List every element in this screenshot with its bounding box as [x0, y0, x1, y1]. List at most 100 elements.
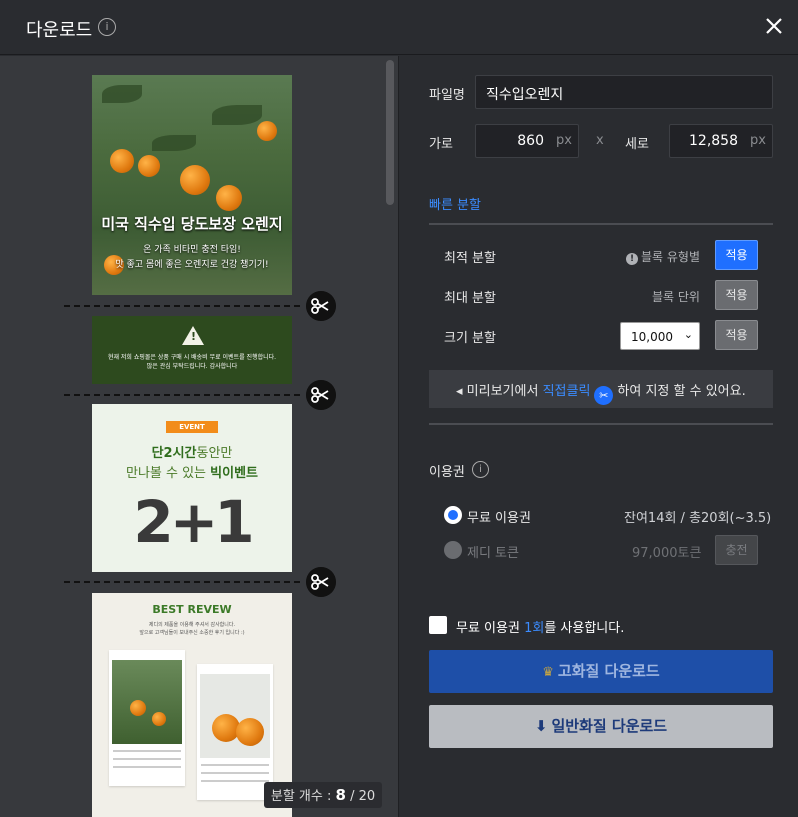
review-text-line	[201, 764, 269, 766]
license-title: 이용권	[429, 465, 465, 480]
height-field[interactable]: 12,858 px	[669, 124, 773, 158]
preview-image-notice[interactable]: ! 현재 저희 쇼핑몰은 상품 구매 시 배송비 무료 이벤트를 진행합니다. …	[92, 316, 292, 384]
token-radio[interactable]	[444, 541, 462, 559]
event-line2: 만나볼 수 있는 빅이벤트	[92, 462, 292, 481]
split-count-badge: 분할 개수 : 8 / 20	[264, 782, 382, 808]
scissors-icon: ✂	[594, 386, 614, 405]
checkbox-count: 1회	[524, 621, 545, 636]
filename-value: 직수입오렌지	[486, 87, 564, 103]
size-split-apply-button[interactable]: 적용	[715, 320, 758, 350]
filename-field[interactable]: 직수입오렌지	[475, 75, 773, 109]
token-status: 97,000토큰	[632, 546, 702, 561]
max-split-note: 블록 단위	[652, 290, 700, 304]
banner-subtitle: 온 가족 비타민 충전 타임! 맛 좋고 몸에 좋은 오렌지로 건강 챙기기!	[92, 243, 292, 273]
dialog-header: 다운로드 i	[0, 0, 798, 55]
banner-subtitle-line: 온 가족 비타민 충전 타임!	[143, 245, 241, 255]
orange-shape	[216, 185, 242, 211]
normal-download-button[interactable]: ⬇ 일반화질 다운로드	[429, 705, 773, 748]
optimal-split-label: 최적 분할	[444, 251, 496, 266]
close-icon[interactable]	[762, 14, 786, 38]
split-line[interactable]	[64, 394, 300, 396]
section-divider	[429, 423, 773, 425]
hint-prefix: ◂ 미리보기에서	[456, 384, 543, 399]
height-label: 세로	[625, 137, 649, 152]
split-line[interactable]	[64, 305, 300, 307]
split-line[interactable]	[64, 581, 300, 583]
orange-shape	[130, 700, 146, 716]
preview-scrollbar[interactable]	[386, 60, 394, 205]
scissors-icon[interactable]	[306, 291, 336, 321]
info-icon[interactable]: i	[472, 461, 489, 478]
crown-icon: ♛	[542, 665, 554, 680]
use-free-license-checkbox[interactable]	[429, 616, 447, 634]
event-line2-bold: 빅이벤트	[210, 466, 258, 481]
height-unit: px	[750, 133, 766, 148]
review-subtitle: 제디의 제품을 이용해 주셔서 감사합니다. 앞으로 고객님들이 보내주신 소중…	[92, 621, 292, 637]
orange-shape	[110, 149, 134, 173]
width-field[interactable]: 860 px	[475, 124, 579, 158]
review-subtitle-line: 앞으로 고객님들이 보내주신 소중한 후기 입니다 :)	[139, 630, 245, 636]
filename-label: 파일명	[429, 88, 465, 103]
width-value: 860	[517, 133, 544, 149]
size-split-label: 크기 분할	[444, 331, 496, 346]
chevron-down-icon: ⌄	[683, 328, 693, 341]
alert-icon: !	[626, 253, 638, 265]
checkbox-prefix: 무료 이용권	[456, 621, 525, 636]
optimal-split-note-text: 블록 유형별	[641, 250, 701, 264]
notice-text: 현재 저희 쇼핑몰은 상품 구매 시 배송비 무료 이벤트를 진행합니다. 많은…	[92, 353, 292, 371]
warning-icon: !	[182, 326, 204, 345]
width-unit: px	[556, 133, 572, 148]
pane-divider	[398, 56, 399, 817]
scissors-icon[interactable]	[306, 567, 336, 597]
dialog-title: 다운로드	[26, 20, 93, 41]
orange-shape	[257, 121, 277, 141]
optimal-split-note: ! 블록 유형별	[626, 248, 700, 265]
split-count-label: 분할 개수 :	[270, 789, 336, 804]
click-hint-banner: ◂ 미리보기에서 직접클릭 ✂ 하여 지정 할 수 있어요.	[429, 370, 773, 408]
preview-image-reviews[interactable]: BEST REVEW 제디의 제품을 이용해 주셔서 감사합니다. 앞으로 고객…	[92, 593, 292, 817]
preview-image-event[interactable]: EVENT 단2시간동안만 만나볼 수 있는 빅이벤트 2+1	[92, 404, 292, 572]
split-count-current: 8	[335, 786, 346, 804]
use-free-license-label: 무료 이용권 1회를 사용합니다.	[456, 617, 624, 636]
orange-shape	[236, 718, 264, 746]
download-icon: ⬇	[534, 717, 548, 735]
dimension-separator: x	[596, 133, 604, 148]
review-subtitle-line: 제디의 제품을 이용해 주셔서 감사합니다.	[148, 622, 236, 628]
token-label: 제디 토큰	[467, 546, 519, 561]
free-license-label: 무료 이용권	[467, 511, 531, 526]
leaf-shape	[152, 135, 196, 151]
review-text-line	[201, 772, 269, 774]
free-license-radio[interactable]	[444, 506, 462, 524]
review-card	[109, 650, 185, 786]
banner-subtitle-line: 맛 좋고 몸에 좋은 오렌지로 건강 챙기기!	[115, 260, 269, 270]
max-split-apply-button[interactable]: 적용	[715, 280, 758, 310]
preview-image-orange-banner[interactable]: 미국 직수입 당도보장 오렌지 온 가족 비타민 충전 타임! 맛 좋고 몸에 …	[92, 75, 292, 295]
hint-suffix: 하여 지정 할 수 있어요.	[617, 384, 746, 399]
review-text-line	[113, 766, 181, 768]
event-badge: EVENT	[166, 421, 218, 433]
event-line1-rest: 동안만	[196, 446, 233, 461]
hint-highlight: 직접클릭	[542, 384, 591, 399]
review-card	[197, 664, 273, 800]
free-license-status: 잔여14회 / 총20회(~3.5)	[624, 511, 772, 526]
review-text-line	[113, 758, 181, 760]
optimal-split-apply-button[interactable]: 적용	[715, 240, 758, 270]
checkbox-suffix: 를 사용합니다.	[544, 621, 625, 636]
info-icon[interactable]: i	[98, 18, 116, 36]
height-value: 12,858	[689, 133, 738, 149]
review-text-line	[201, 780, 269, 782]
banner-title: 미국 직수입 당도보장 오렌지	[101, 215, 283, 233]
scissors-icon[interactable]	[306, 380, 336, 410]
size-split-select[interactable]: 10,000 ⌄	[620, 322, 700, 350]
section-divider	[429, 223, 773, 225]
event-line1-bold: 단2시간	[151, 446, 197, 461]
width-label: 가로	[429, 137, 453, 152]
leaf-shape	[212, 105, 262, 125]
hq-download-label: 고화질 다운로드	[557, 662, 660, 680]
event-line1: 단2시간동안만	[92, 442, 292, 461]
token-charge-button[interactable]: 충전	[715, 535, 758, 565]
notice-line: 현재 저희 쇼핑몰은 상품 구매 시 배송비 무료 이벤트를 진행합니다.	[107, 354, 277, 361]
review-text-line	[113, 750, 181, 752]
review-photo	[200, 674, 270, 758]
hq-download-button[interactable]: ♛ 고화질 다운로드	[429, 650, 773, 693]
